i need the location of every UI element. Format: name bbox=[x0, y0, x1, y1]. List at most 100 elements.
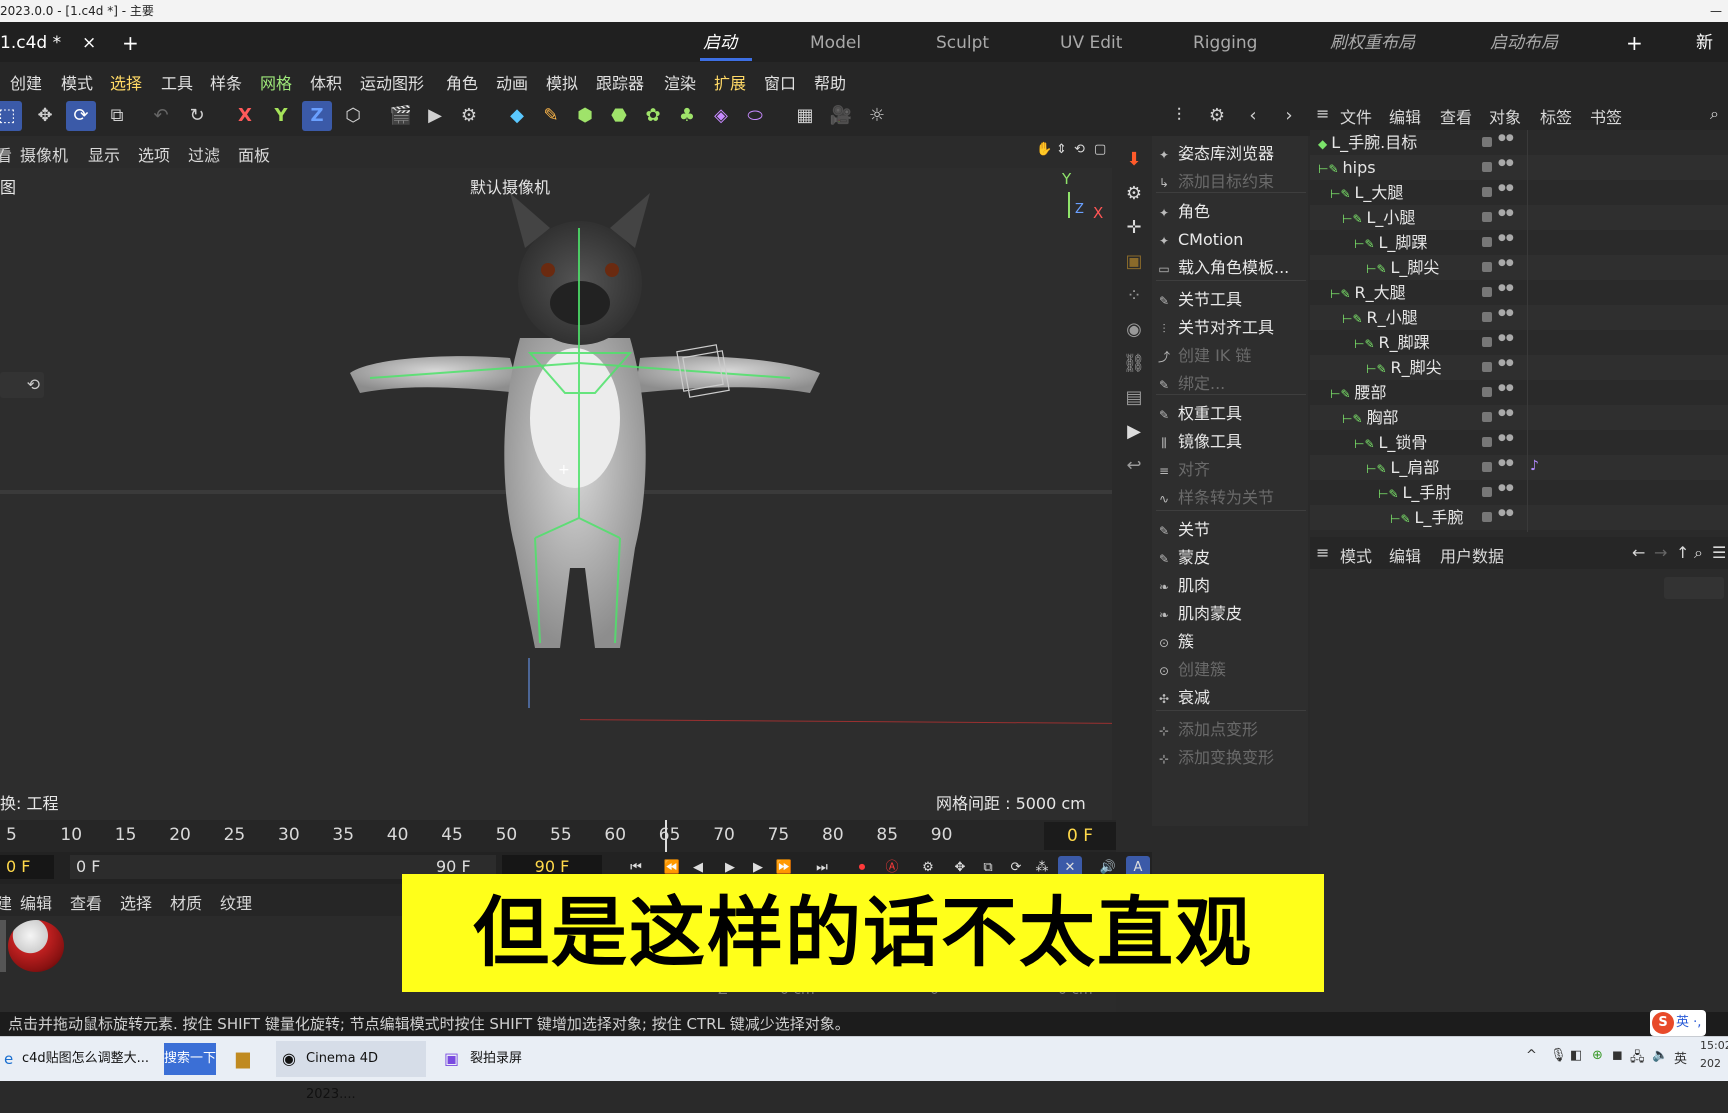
menu-animate[interactable]: 动画 bbox=[496, 70, 528, 94]
om-menu-tags[interactable]: 标签 bbox=[1540, 104, 1572, 128]
zoom-icon[interactable]: ⇕ bbox=[1056, 142, 1067, 157]
object-row[interactable]: ⊢✎ L_脚尖 ●● bbox=[1310, 255, 1728, 280]
play-icon[interactable]: ▶ bbox=[1120, 418, 1148, 446]
document-tab[interactable]: 1.c4d * bbox=[0, 28, 61, 58]
object-name[interactable]: ⊢✎ R_小腿 bbox=[1342, 305, 1418, 332]
symmetry-icon[interactable]: ⫶ bbox=[1164, 101, 1194, 131]
object-row[interactable]: ⊢✎ 胸部 ●● bbox=[1310, 405, 1728, 430]
recorder-task[interactable]: 裂拍录屏 bbox=[440, 1041, 590, 1077]
menu-tools[interactable]: 工具 bbox=[161, 70, 193, 94]
object-name[interactable]: ⊢✎ L_锁骨 bbox=[1354, 430, 1427, 457]
visibility-check-icon[interactable] bbox=[1482, 212, 1492, 222]
object-name[interactable]: ⊢✎ 胸部 bbox=[1342, 405, 1399, 432]
vp-menu-cameras[interactable]: 摄像机 bbox=[20, 142, 68, 166]
object-row[interactable]: ⊢✎ R_大腿 ●● bbox=[1310, 280, 1728, 305]
layout-tab-startup[interactable]: 启动 bbox=[703, 28, 737, 58]
char-tool-item[interactable]: ✦ 姿态库浏览器 bbox=[1156, 140, 1306, 168]
object-name[interactable]: ⊢✎ hips bbox=[1318, 155, 1376, 182]
char-tool-item[interactable]: ⫶ 关节对齐工具 bbox=[1156, 314, 1306, 342]
playhead[interactable] bbox=[665, 820, 667, 856]
char-tool-item[interactable]: ✎ 权重工具 bbox=[1156, 400, 1306, 428]
char-tool-item[interactable]: ⫼ 镜像工具 bbox=[1156, 428, 1306, 456]
bars-icon[interactable]: ▤ bbox=[1120, 384, 1148, 412]
chain-icon[interactable]: ⛓ bbox=[1120, 350, 1148, 378]
object-name[interactable]: ⊢✎ L_手肘 bbox=[1378, 480, 1451, 507]
orbit-icon[interactable]: ⟲ bbox=[1074, 142, 1085, 157]
undo-icon[interactable]: ↶ bbox=[146, 101, 176, 131]
object-row[interactable]: ⊢✎ L_小腿 ●● bbox=[1310, 205, 1728, 230]
material-swatch-partial[interactable] bbox=[0, 920, 6, 972]
search-button[interactable]: 搜索一下 bbox=[164, 1043, 216, 1075]
dog-character-model[interactable]: + bbox=[330, 188, 830, 708]
menu-render[interactable]: 渲染 bbox=[664, 70, 696, 94]
mat-menu-create[interactable]: 建 bbox=[0, 890, 12, 914]
cube-icon[interactable]: ▣ bbox=[1120, 248, 1148, 276]
volume-icon[interactable]: 🔈 bbox=[1652, 1048, 1668, 1063]
om-menu-edit[interactable]: 编辑 bbox=[1389, 104, 1421, 128]
menu-select[interactable]: 选择 bbox=[110, 70, 142, 94]
char-tool-item[interactable]: ❧ 肌肉 bbox=[1156, 572, 1306, 600]
attr-field[interactable] bbox=[1664, 577, 1724, 599]
render-dots-icon[interactable]: ●● bbox=[1498, 284, 1514, 299]
layout-tab-sculpt[interactable]: Sculpt bbox=[936, 28, 989, 58]
visibility-check-icon[interactable] bbox=[1482, 362, 1492, 372]
visibility-check-icon[interactable] bbox=[1482, 237, 1492, 247]
tray-app-icon[interactable]: ◧ bbox=[1570, 1048, 1582, 1063]
am-menu-edit[interactable]: 编辑 bbox=[1389, 543, 1421, 567]
object-name[interactable]: ⊢✎ 腰部 bbox=[1330, 380, 1387, 407]
minimize-icon[interactable]: — bbox=[1710, 0, 1722, 22]
char-tool-item[interactable]: ≡ 对齐 bbox=[1156, 456, 1306, 484]
object-row[interactable]: ⊢✎ hips ●● bbox=[1310, 155, 1728, 180]
render-settings-icon[interactable]: ⚙ bbox=[454, 101, 484, 131]
object-row[interactable]: ⊢✎ L_锁骨 ●● bbox=[1310, 430, 1728, 455]
ime-lang[interactable]: 英 bbox=[1674, 1048, 1687, 1067]
render-active-icon[interactable]: ▶ bbox=[420, 101, 450, 131]
forward-arrow-icon[interactable]: → bbox=[1654, 543, 1667, 562]
subdivision-icon[interactable]: ⬢ bbox=[570, 101, 600, 131]
chevron-right-icon[interactable]: › bbox=[1274, 101, 1304, 131]
visibility-check-icon[interactable] bbox=[1482, 412, 1492, 422]
render-dots-icon[interactable]: ●● bbox=[1498, 184, 1514, 199]
maximize-view-icon[interactable]: ▢ bbox=[1094, 142, 1106, 157]
download-icon[interactable]: ⬇ bbox=[1120, 146, 1148, 174]
render-dots-icon[interactable]: ●● bbox=[1498, 334, 1514, 349]
rotate-mode-icon[interactable]: ⟲ bbox=[0, 372, 44, 398]
y-axis-lock-icon[interactable]: Y bbox=[266, 101, 296, 131]
om-menu-file[interactable]: 文件 bbox=[1340, 104, 1372, 128]
visibility-check-icon[interactable] bbox=[1482, 187, 1492, 197]
snap-settings-icon[interactable]: ⚙ bbox=[1202, 101, 1232, 131]
layout-tab-weight[interactable]: 刷权重布局 bbox=[1330, 28, 1415, 58]
layout-tab-model[interactable]: Model bbox=[810, 28, 861, 58]
material-swatch[interactable] bbox=[8, 920, 64, 972]
tray-plus-icon[interactable]: ⊕ bbox=[1592, 1048, 1603, 1063]
render-dots-icon[interactable]: ●● bbox=[1498, 359, 1514, 374]
x-axis-lock-icon[interactable]: X bbox=[230, 101, 260, 131]
clock-time[interactable]: 15:02 bbox=[1700, 1039, 1728, 1052]
menu-mesh[interactable]: 网格 bbox=[260, 70, 292, 94]
char-tool-item[interactable]: ✦ 角色 bbox=[1156, 198, 1306, 226]
microphone-icon[interactable]: 🎙 bbox=[1550, 1048, 1567, 1063]
curve-icon[interactable]: ↩ bbox=[1120, 452, 1148, 480]
char-tool-item[interactable]: ∿ 样条转为关节 bbox=[1156, 484, 1306, 512]
search-icon[interactable]: ⌕ bbox=[1710, 104, 1719, 124]
object-row[interactable]: ◆ L_手腕.目标 ●● bbox=[1310, 130, 1728, 155]
browser-task[interactable]: c4d贴图怎么调整大... bbox=[22, 1041, 158, 1077]
mograph-icon[interactable]: ♣ bbox=[672, 101, 702, 131]
tray-chevron-icon[interactable]: ^ bbox=[1526, 1048, 1537, 1063]
new-ui-button[interactable]: 新界 bbox=[1696, 28, 1728, 83]
live-selection-icon[interactable]: ⬚ bbox=[0, 101, 22, 131]
timeline-ruler[interactable]: 5 10 15 20 25 30 35 40 45 50 55 60 65 70 75 80 85 90 0 F bbox=[0, 820, 1116, 852]
tray-dark-icon[interactable]: ◼ bbox=[1612, 1048, 1623, 1063]
object-name[interactable]: ⊢✎ L_小腿 bbox=[1342, 205, 1415, 232]
current-frame-field[interactable]: 0 F bbox=[0, 855, 54, 879]
render-dots-icon[interactable]: ●● bbox=[1498, 409, 1514, 424]
render-dots-icon[interactable]: ●● bbox=[1498, 134, 1514, 149]
render-dots-icon[interactable]: ●● bbox=[1498, 384, 1514, 399]
z-axis-lock-icon[interactable]: Z bbox=[302, 101, 332, 131]
object-row[interactable]: ⊢✎ 腰部 ●● bbox=[1310, 380, 1728, 405]
menu-character[interactable]: 角色 bbox=[446, 70, 478, 94]
visibility-check-icon[interactable] bbox=[1482, 337, 1492, 347]
visibility-check-icon[interactable] bbox=[1482, 287, 1492, 297]
render-dots-icon[interactable]: ●● bbox=[1498, 484, 1514, 499]
object-row[interactable]: ⊢✎ R_脚尖 ●● bbox=[1310, 355, 1728, 380]
